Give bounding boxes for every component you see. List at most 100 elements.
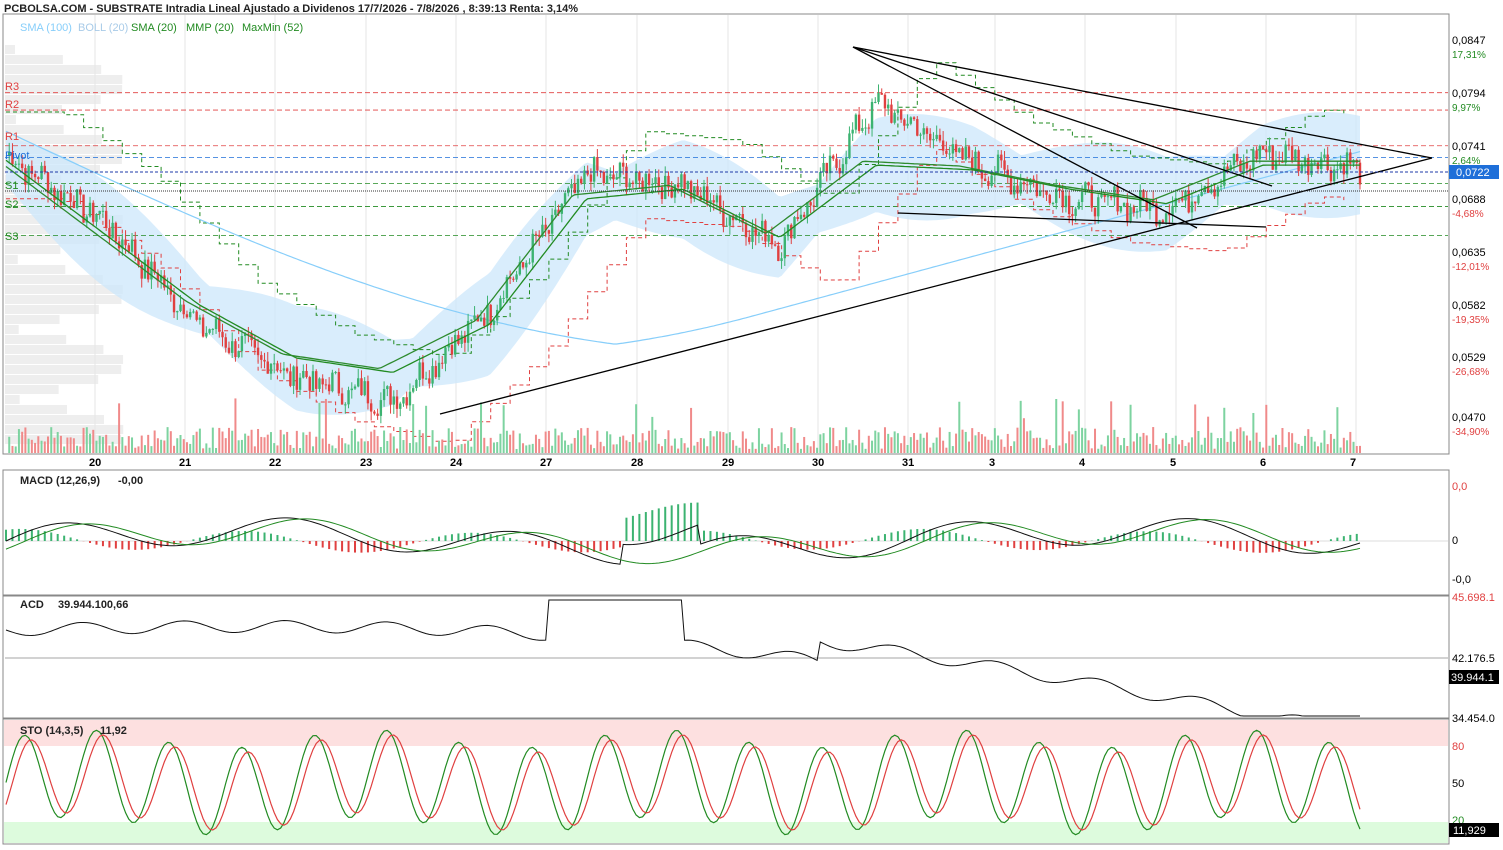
volume-bar: [819, 434, 822, 453]
macd-histogram-bar: [1064, 541, 1067, 548]
macd-histogram-bar: [412, 541, 415, 544]
macd-histogram-bar: [95, 541, 98, 545]
candle-body: [1126, 202, 1129, 222]
volume-bar: [269, 432, 272, 453]
macd-histogram-bar: [812, 541, 815, 550]
macd-histogram-bar: [50, 532, 53, 541]
volume-bar: [1022, 418, 1025, 453]
candle-body: [308, 377, 311, 391]
volume-bar: [641, 433, 644, 453]
candle-body: [971, 157, 974, 170]
macd-histogram-bar: [1174, 534, 1177, 541]
candle-body: [185, 314, 189, 318]
volume-bar: [499, 433, 502, 453]
macd-histogram-bar: [1245, 541, 1248, 552]
volume-bar: [728, 432, 731, 453]
volume-bar: [583, 435, 586, 453]
macd-histogram-bar: [961, 534, 964, 541]
candle-body: [1358, 162, 1362, 185]
volume-bar: [1320, 442, 1323, 453]
candle-body: [550, 214, 554, 234]
volume-bar: [247, 435, 250, 453]
volume-bar: [1213, 448, 1216, 453]
volume-bar: [883, 427, 886, 453]
volume-bar: [402, 440, 405, 453]
volume-bar: [37, 436, 40, 453]
volume-bar: [321, 438, 324, 453]
macd-histogram-bar: [1297, 541, 1300, 549]
volume-bar: [1268, 445, 1271, 453]
volume-bar: [434, 446, 437, 453]
volume-bar: [867, 435, 870, 453]
candle-body: [638, 172, 641, 181]
candle-body: [150, 261, 153, 280]
candle-body: [899, 109, 903, 120]
macd-histogram-bar: [1110, 535, 1113, 541]
candle-body: [1164, 213, 1168, 223]
macd-histogram-bar: [328, 541, 331, 550]
macd-histogram-bar: [321, 541, 324, 548]
volume-bar: [418, 429, 421, 453]
volume-bar: [699, 438, 702, 453]
volume-bar: [1274, 434, 1277, 453]
volume-bar: [573, 437, 576, 453]
volume-bar: [1136, 433, 1139, 453]
volume-bar: [480, 402, 483, 453]
candle-body: [227, 347, 231, 353]
volume-bar: [1123, 437, 1126, 453]
volume-bar: [722, 432, 725, 453]
candle-body: [515, 274, 518, 280]
candle-body: [321, 378, 324, 385]
candle-body: [1287, 144, 1291, 146]
volume-bar: [257, 428, 260, 453]
volume-bar: [486, 446, 489, 453]
macd-panel: [2, 469, 1450, 596]
macd-histogram-bar: [1355, 533, 1358, 541]
candle-body: [295, 366, 299, 390]
candle-body: [453, 334, 457, 355]
volume-bar: [1352, 441, 1355, 453]
candle-body: [72, 201, 76, 209]
volume-bar: [670, 445, 673, 453]
candle-body: [1109, 196, 1113, 198]
macd-histogram-bar: [1239, 541, 1242, 551]
macd-histogram-bar: [871, 537, 874, 541]
volume-bar: [509, 434, 512, 453]
candle-body: [525, 262, 528, 268]
candle-body: [796, 217, 799, 219]
volume-bar: [654, 429, 657, 453]
macd-value: -0,00: [118, 475, 143, 487]
candle-body: [1139, 190, 1142, 212]
candle-body: [237, 351, 240, 358]
volume-bar: [942, 440, 945, 453]
price-tick: 0,0529: [1452, 352, 1486, 364]
volume-bar: [79, 446, 82, 453]
pivot-label-s2: S2: [5, 199, 18, 211]
candle-body: [492, 320, 496, 326]
macd-histogram-bar: [257, 531, 260, 541]
volume-bar: [667, 430, 670, 453]
candle-body: [702, 186, 706, 201]
candle-body: [770, 235, 774, 245]
candle-body: [802, 214, 806, 217]
volume-bar: [53, 437, 56, 453]
volume-bar: [1029, 430, 1032, 453]
candle-body: [938, 134, 942, 141]
macd-histogram-bar: [1278, 541, 1281, 552]
volume-bar: [1165, 432, 1168, 453]
macd-histogram-bar: [1258, 541, 1261, 553]
volume-bar: [82, 427, 85, 453]
candle-body: [864, 127, 867, 129]
volume-bar: [8, 436, 11, 453]
volume-bar: [764, 447, 767, 453]
macd-tick: 0: [1452, 535, 1458, 547]
macd-histogram-bar: [1336, 537, 1339, 541]
candle-body: [644, 173, 648, 192]
macd-histogram-bar: [877, 535, 880, 541]
volume-bar: [1262, 447, 1265, 453]
candle-body: [912, 117, 916, 120]
candle-body: [344, 404, 347, 406]
macd-histogram-bar: [1232, 541, 1235, 550]
candle-body: [1258, 145, 1262, 160]
candle-body: [664, 175, 667, 200]
